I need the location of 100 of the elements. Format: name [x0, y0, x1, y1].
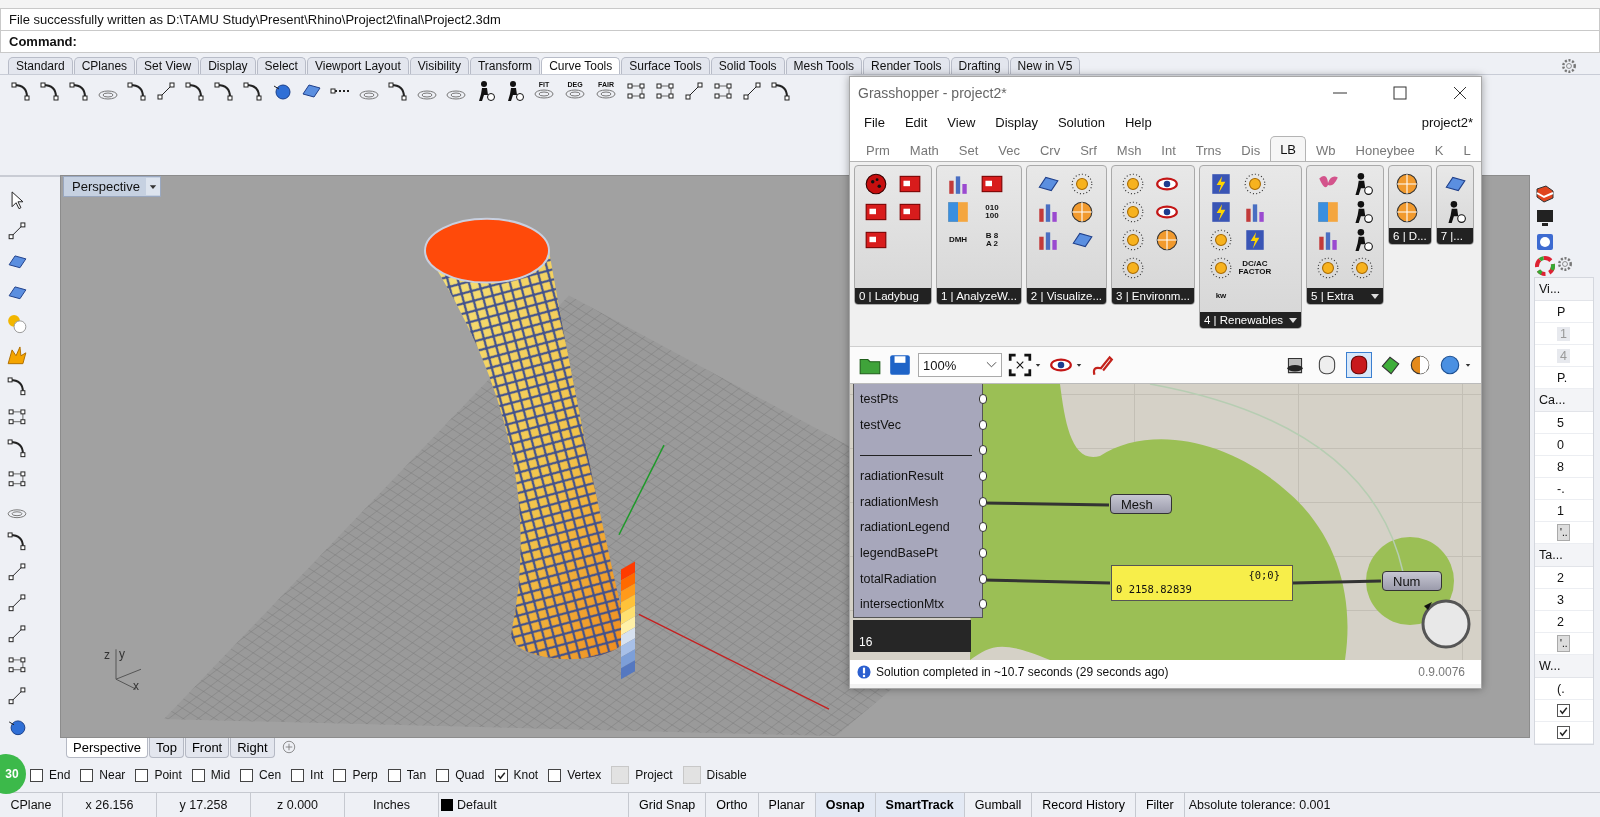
component-text-icon[interactable]: B 8 A 2 [985, 232, 999, 248]
menu-item[interactable]: File [864, 114, 885, 130]
osnap-option[interactable]: Tan [387, 768, 427, 782]
viewport-tab[interactable]: Top [148, 738, 184, 758]
property-section-header[interactable]: Ca... [1535, 389, 1593, 412]
component-tab[interactable]: Honeybee [1345, 139, 1425, 161]
checkbox[interactable] [548, 768, 562, 782]
lightning-icon[interactable] [1243, 228, 1267, 252]
node-canvas[interactable]: testPts testVec radiationResult radiationMesh radiationLegend legendBasePt totalRadiation intersectionMtx 16 Mesh {0;0} 0 2158.82839 Num [850, 384, 1481, 660]
menu-item[interactable]: Display [995, 114, 1038, 130]
control-points-icon[interactable] [625, 80, 647, 102]
menu-item[interactable]: Edit [904, 114, 928, 130]
checkbox[interactable] [135, 768, 149, 782]
number-node[interactable]: Num [1382, 571, 1442, 591]
menu-item[interactable]: View [947, 114, 976, 130]
material-icon[interactable] [1408, 353, 1432, 377]
component-tab[interactable]: Srf [1070, 139, 1107, 161]
disk-icon[interactable] [1069, 200, 1094, 224]
gradient-icon[interactable] [1316, 200, 1341, 224]
lightning-icon[interactable] [1209, 200, 1233, 224]
component-tab[interactable]: Set [948, 139, 989, 161]
curve-icon[interactable] [68, 80, 90, 102]
line-icon[interactable] [683, 80, 705, 102]
osnap-option[interactable]: Quad [436, 768, 485, 782]
curve-icon[interactable] [10, 80, 32, 102]
current-layer[interactable]: Default [439, 793, 629, 817]
sun-icon[interactable] [1121, 228, 1146, 252]
document-name[interactable]: project2* [1421, 114, 1473, 130]
component-tab[interactable]: Math [899, 139, 949, 161]
checkbox[interactable] [80, 768, 94, 782]
status-toggle[interactable]: SmartTrack [875, 793, 965, 817]
output-port[interactable] [979, 445, 987, 456]
status-toggle[interactable]: Record History [1032, 793, 1136, 817]
layers-icon[interactable] [1534, 183, 1556, 205]
component-tab[interactable]: Vec [988, 139, 1030, 161]
component-text-icon[interactable]: DC/AC FACTOR [1238, 260, 1272, 276]
preview-mode-icon[interactable] [1346, 352, 1372, 378]
output-port[interactable] [979, 496, 987, 507]
output-port[interactable] [979, 599, 987, 610]
line-icon[interactable] [6, 220, 28, 242]
disk-icon[interactable] [1395, 172, 1420, 196]
curve-icon[interactable] [126, 80, 148, 102]
status-toggle[interactable]: Filter [1135, 793, 1185, 817]
property-section-header[interactable]: Ta... [1535, 544, 1593, 567]
line-icon[interactable] [155, 80, 177, 102]
help-icon[interactable] [1534, 231, 1556, 253]
group-label[interactable]: 2 | Visualize... [1026, 288, 1107, 304]
curve-icon[interactable] [387, 80, 409, 102]
property-checkbox[interactable] [1557, 704, 1570, 717]
toolbar-tab[interactable]: Mesh Tools [785, 57, 863, 74]
osnap-option[interactable]: Disable [682, 766, 747, 784]
osnap-option[interactable]: Cen [240, 768, 282, 782]
sphere-icon[interactable] [1438, 353, 1462, 377]
line-icon[interactable] [6, 685, 28, 707]
osnap-option[interactable]: Vertex [548, 768, 602, 782]
group-label[interactable]: 3 | Environm... [1112, 288, 1194, 304]
line-icon[interactable] [6, 561, 28, 583]
output-port[interactable] [979, 470, 987, 481]
sun-icon[interactable] [1121, 172, 1146, 196]
status-toggle[interactable]: Planar [758, 793, 816, 817]
sun-icon[interactable] [1350, 256, 1375, 280]
toolbar-tab[interactable]: Standard [8, 57, 73, 74]
save-icon[interactable] [888, 353, 912, 377]
output-port[interactable] [979, 573, 987, 584]
curve-icon[interactable] [39, 80, 61, 102]
group-label[interactable]: 7 |... [1436, 228, 1473, 244]
output-port[interactable] [979, 393, 987, 404]
settings-icon[interactable] [1560, 57, 1578, 75]
sun-icon[interactable] [1243, 172, 1267, 196]
osnap-option[interactable]: Near [80, 768, 126, 782]
viewport-tab[interactable]: Perspective [66, 738, 148, 758]
checkbox[interactable] [191, 768, 205, 782]
property-section-header[interactable]: W... [1535, 655, 1593, 678]
disk-icon[interactable] [1155, 228, 1180, 252]
toolbar-tab[interactable]: Set View [136, 57, 200, 74]
toolbar-tab[interactable]: New in V5 [1009, 57, 1081, 74]
component-tab[interactable]: Msh [1106, 139, 1152, 161]
checkbox[interactable] [436, 768, 450, 782]
toolbar-tab[interactable]: Surface Tools [621, 57, 710, 74]
component-tab[interactable]: Int [1151, 139, 1186, 161]
color-wheel-icon[interactable] [1534, 255, 1556, 277]
toolbar-tab[interactable]: CPlanes [73, 57, 136, 74]
curve-icon[interactable] [213, 80, 235, 102]
control-points-icon[interactable] [654, 80, 676, 102]
checkbox[interactable] [240, 768, 254, 782]
checkbox[interactable] [387, 768, 401, 782]
curve-icon[interactable] [6, 437, 28, 459]
toolbar-tab[interactable]: Viewport Layout [306, 57, 409, 74]
viewport-tab[interactable]: Front [184, 738, 230, 758]
toolbar-tab[interactable]: Curve Tools [541, 57, 621, 74]
component-text-icon[interactable]: kw [1215, 292, 1227, 300]
mesh-node[interactable]: Mesh [1110, 494, 1172, 514]
output-port[interactable] [979, 547, 987, 558]
settings-icon[interactable] [1556, 255, 1574, 273]
zoom-dropdown[interactable]: 100% [918, 353, 1002, 377]
osnap-option[interactable]: Point [135, 768, 182, 782]
gradient-icon[interactable] [946, 200, 970, 224]
viewport-tab[interactable]: Right [230, 738, 275, 758]
sun-icon[interactable] [1209, 256, 1233, 280]
menu-item[interactable]: Solution [1057, 114, 1105, 130]
